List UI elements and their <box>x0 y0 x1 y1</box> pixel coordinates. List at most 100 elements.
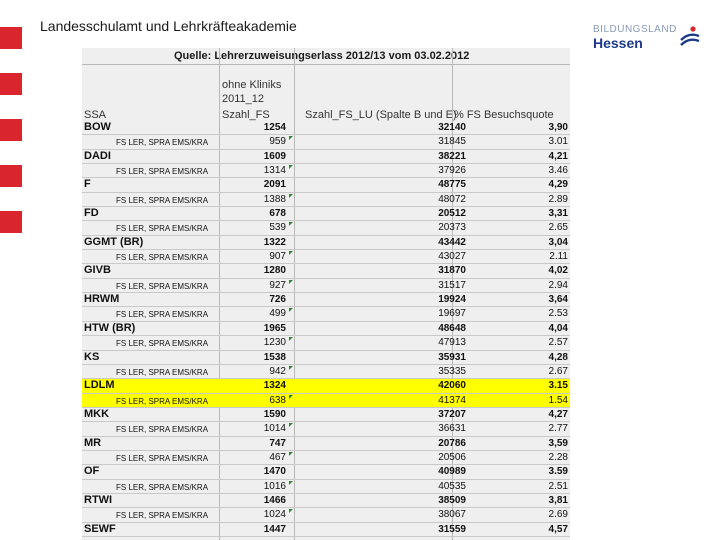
szahl-fs-cell: 726 <box>269 294 286 306</box>
quote-cell: 4,57 <box>548 523 568 535</box>
table-row: FS LER, SPRA EMS/KRA 907 43027 2.11 <box>82 250 570 265</box>
szahl-fs-lu-cell: 38509 <box>438 494 466 506</box>
szahl-fs-lu-cell: 37207 <box>438 408 466 420</box>
header-line-2: 2011_12 <box>222 93 265 105</box>
ssa-label: HRWM <box>84 293 120 306</box>
quote-cell: 3.01 <box>548 136 568 148</box>
ssa-label: GGMT (BR) <box>84 235 144 248</box>
szahl-fs-lu-cell: 31559 <box>438 523 466 535</box>
cell-comment-marker-icon <box>289 394 293 399</box>
table-rows: BOW 1254 32140 3,90 FS LER, SPRA EMS/KRA 959 3… <box>82 121 570 537</box>
sub-label: FS LER, SPRA EMS/KRA <box>116 339 209 349</box>
szahl-fs-cell: 747 <box>269 437 286 449</box>
cell-comment-marker-icon <box>289 279 293 284</box>
szahl-fs-cell: 1965 <box>263 322 286 334</box>
quote-cell: 4,04 <box>548 322 568 334</box>
cell-comment-marker-icon <box>289 423 293 428</box>
szahl-fs-lu-cell: 48648 <box>438 322 466 334</box>
szahl-fs-lu-cell: 19924 <box>438 294 466 306</box>
table-row: FS LER, SPRA EMS/KRA 1024 38067 2.69 <box>82 508 570 523</box>
quote-cell: 4,27 <box>548 408 568 420</box>
szahl-fs-cell: 1230 <box>263 337 286 349</box>
szahl-fs-lu-cell: 31870 <box>438 265 466 277</box>
szahl-fs-cell: 1322 <box>263 236 286 248</box>
szahl-fs-cell: 638 <box>269 394 286 406</box>
cell-comment-marker-icon <box>289 451 293 456</box>
szahl-fs-lu-cell: 31517 <box>438 279 466 291</box>
cell-comment-marker-icon <box>289 222 293 227</box>
red-marker-bar <box>0 211 22 233</box>
cell-comment-marker-icon <box>289 136 293 141</box>
ssa-label: FD <box>84 207 99 220</box>
logo-figure-icon <box>680 26 700 46</box>
sub-label: FS LER, SPRA EMS/KRA <box>116 281 209 291</box>
sub-label: FS LER, SPRA EMS/KRA <box>116 310 209 320</box>
szahl-fs-cell: 467 <box>269 451 286 463</box>
table-row: HTW (BR) 1965 48648 4,04 <box>82 322 570 337</box>
red-marker-bar <box>0 73 22 95</box>
bildungsland-hessen-logo: BILDUNGSLAND Hessen <box>593 24 705 58</box>
table-row: DADI 1609 38221 4,21 <box>82 150 570 165</box>
quote-cell: 3,04 <box>548 236 568 248</box>
divider <box>82 64 570 65</box>
table-row: FS LER, SPRA EMS/KRA 467 20506 2.28 <box>82 451 570 466</box>
table-row: FS LER, SPRA EMS/KRA 1230 47913 2.57 <box>82 336 570 351</box>
szahl-fs-cell: 1324 <box>263 380 286 392</box>
sub-label: FS LER, SPRA EMS/KRA <box>116 425 209 435</box>
szahl-fs-cell: 1014 <box>263 423 286 435</box>
ssa-label: MR <box>84 436 102 449</box>
header-line-1: ohne Kliniks <box>222 79 282 91</box>
szahl-fs-cell: 927 <box>269 279 286 291</box>
table-row: F 2091 48775 4,29 <box>82 178 570 193</box>
szahl-fs-cell: 2091 <box>263 179 286 191</box>
table-row: FS LER, SPRA EMS/KRA 1014 36631 2.77 <box>82 422 570 437</box>
ssa-label: KS <box>84 350 100 363</box>
ssa-label: SEWF <box>84 522 116 535</box>
szahl-fs-cell: 1447 <box>263 523 286 535</box>
quote-cell: 3.46 <box>548 165 568 177</box>
szahl-fs-cell: 1254 <box>263 122 286 133</box>
szahl-fs-cell: 499 <box>269 308 286 320</box>
table-row: FS LER, SPRA EMS/KRA 1388 48072 2.89 <box>82 193 570 208</box>
column-header-ssa: SSA <box>84 109 107 121</box>
cell-comment-marker-icon <box>289 509 293 514</box>
sub-label: FS LER, SPRA EMS/KRA <box>116 367 209 377</box>
szahl-fs-lu-cell: 40535 <box>438 480 466 492</box>
sub-label: FS LER, SPRA EMS/KRA <box>116 253 209 263</box>
szahl-fs-cell: 907 <box>269 251 286 263</box>
sub-label: FS LER, SPRA EMS/KRA <box>116 224 209 234</box>
sub-label: FS LER, SPRA EMS/KRA <box>116 195 209 205</box>
ssa-label: OF <box>84 465 100 478</box>
quote-cell: 2.94 <box>548 279 568 291</box>
cell-comment-marker-icon <box>289 365 293 370</box>
szahl-fs-lu-cell: 48072 <box>438 193 466 205</box>
column-header-quote: % FS Besuchsquote <box>454 109 554 121</box>
table-row: FS LER, SPRA EMS/KRA 1016 40535 2.51 <box>82 480 570 494</box>
szahl-fs-lu-cell: 20373 <box>438 222 466 234</box>
table-row: MKK 1590 37207 4,27 <box>82 408 570 423</box>
szahl-fs-cell: 959 <box>269 136 286 148</box>
table-row: FS LER, SPRA EMS/KRA 959 31845 3.01 <box>82 135 570 150</box>
szahl-fs-lu-cell: 43442 <box>438 236 466 248</box>
quote-cell: 2.28 <box>548 451 568 463</box>
table-row: FS LER, SPRA EMS/KRA 927 31517 2.94 <box>82 279 570 294</box>
logo-top-text: BILDUNGSLAND <box>593 24 677 35</box>
page-title: Landesschulamt und Lehrkräfteakademie <box>40 18 297 34</box>
cell-comment-marker-icon <box>289 308 293 313</box>
szahl-fs-lu-cell: 48775 <box>438 179 466 191</box>
column-header-szahl-fs: Szahl_FS <box>222 109 270 121</box>
ssa-label: BOW <box>84 121 111 133</box>
cell-comment-marker-icon <box>289 337 293 342</box>
szahl-fs-cell: 1470 <box>263 466 286 478</box>
table-row: GIVB 1280 31870 4,02 <box>82 264 570 279</box>
szahl-fs-lu-cell: 20786 <box>438 437 466 449</box>
quote-cell: 2.65 <box>548 222 568 234</box>
quote-cell: 3,81 <box>548 494 568 506</box>
ssa-label: LDLM <box>84 379 115 392</box>
table-row: OF 1470 40989 3.59 <box>82 465 570 480</box>
quote-cell: 2.11 <box>549 251 568 263</box>
table-row: FS LER, SPRA EMS/KRA 942 35335 2.67 <box>82 365 570 380</box>
szahl-fs-lu-cell: 20506 <box>438 451 466 463</box>
quote-cell: 2.77 <box>548 423 568 435</box>
ssa-label: GIVB <box>84 264 111 277</box>
